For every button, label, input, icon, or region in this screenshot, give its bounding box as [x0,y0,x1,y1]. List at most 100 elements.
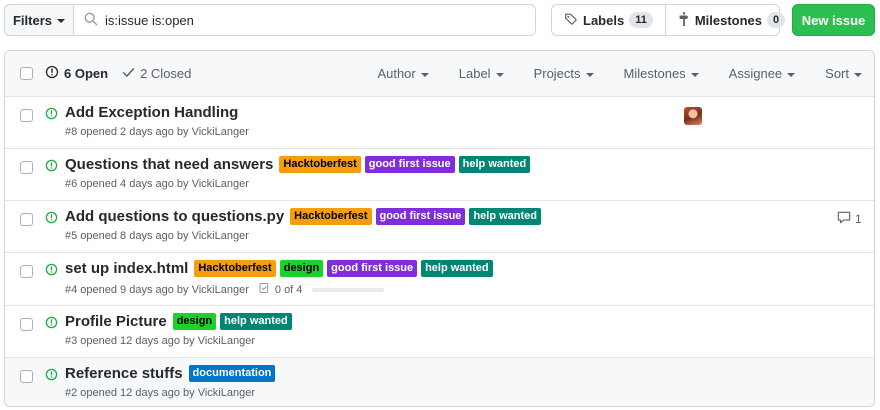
tag-icon [564,12,578,29]
issue-meta: #5 opened 8 days ago by VickiLanger [65,230,249,242]
issue-title-link[interactable]: set up index.html [65,260,188,277]
issue-meta-text: #3 opened 12 days ago by VickiLanger [65,335,255,347]
issue-checkbox[interactable] [20,318,33,331]
issue-row[interactable]: set up index.html Hacktoberfest design goo… [5,253,874,306]
filters-button[interactable]: Filters [4,4,74,36]
new-issue-label: New issue [801,12,866,28]
issue-row[interactable]: Questions that need answers Hacktoberfes… [5,149,874,201]
sort-filter-label: Sort [825,66,849,81]
issues-list: 6 Open 2 Closed Author Label Projects Mi… [4,50,875,407]
projects-filter[interactable]: Projects [534,66,594,81]
milestones-counter: 0 [767,12,786,28]
milestones-label: Milestones [694,12,763,28]
chevron-down-icon [495,72,504,77]
issue-meta-text: #6 opened 4 days ago by VickiLanger [65,178,249,190]
issues-list-header: 6 Open 2 Closed Author Label Projects Mi… [5,51,874,97]
milestones-filter-label: Milestones [623,66,686,81]
label-help-wanted[interactable]: help wanted [421,260,493,277]
issue-opened-icon [45,159,58,175]
labels-link[interactable]: Labels 11 [552,5,665,35]
issue-checkbox[interactable] [20,370,33,383]
avatar-icon[interactable] [684,107,702,125]
issue-title-link[interactable]: Add questions to questions.py [65,208,284,225]
issue-row[interactable]: Profile Picture design help wanted #3 ope… [5,306,874,358]
issue-meta: #8 opened 2 days ago by VickiLanger [65,126,249,138]
milestones-filter[interactable]: Milestones [624,66,699,81]
label-documentation[interactable]: documentation [188,365,276,382]
issue-opened-icon [45,211,58,227]
issue-row[interactable]: Reference stuffs documentation #2 opened… [5,358,874,406]
issue-title-link[interactable]: Reference stuffs [65,365,183,382]
search-field[interactable] [73,4,536,36]
chevron-down-icon [787,72,796,77]
issue-meta-text: #4 opened 9 days ago by VickiLanger [65,283,249,296]
issue-opened-icon [45,107,58,123]
label-filter[interactable]: Label [459,66,504,81]
open-count-label: 6 Open [64,66,109,81]
issues-toolbar: Filters Labels 11 Milestones 0 New issue [4,4,875,36]
issue-row[interactable]: Add questions to questions.py Hacktoberf… [5,201,874,253]
sort-filter[interactable]: Sort [825,66,862,81]
issue-row[interactable]: Add Exception Handling #8 opened 2 days … [5,97,874,149]
milestones-link[interactable]: Milestones 0 [664,5,797,35]
issue-meta: #6 opened 4 days ago by VickiLanger [65,178,249,190]
issue-opened-icon [45,368,58,384]
issue-title-line: Add Exception Handling [65,104,240,121]
label-design[interactable]: design [172,313,217,330]
issue-title-link[interactable]: Add Exception Handling [65,104,238,121]
issue-checkbox[interactable] [20,265,33,278]
label-help-wanted[interactable]: help wanted [220,313,292,330]
comments-link[interactable]: 1 [837,211,862,227]
label-filter-label: Label [458,66,491,81]
chevron-down-icon [690,72,699,77]
search-input[interactable] [105,12,525,28]
label-good-first-issue[interactable]: good first issue [364,156,455,173]
issue-title-link[interactable]: Profile Picture [65,313,167,330]
issue-title-line: Reference stuffs documentation [65,365,276,382]
task-progress: 0 of 4 [259,282,385,297]
issue-opened-icon [45,65,59,82]
label-help-wanted[interactable]: help wanted [458,156,531,173]
issue-title-line: Add questions to questions.py Hacktoberf… [65,208,541,225]
closed-count-label: 2 Closed [140,66,192,81]
label-hacktoberfest[interactable]: Hacktoberfest [194,260,276,277]
labels-milestones-nav: Labels 11 Milestones 0 [551,4,786,36]
issue-title-link[interactable]: Questions that need answers [65,156,273,173]
label-hacktoberfest[interactable]: Hacktoberfest [290,208,372,225]
filters-label: Filters [12,12,52,28]
assignee-filter[interactable]: Assignee [729,66,796,81]
label-help-wanted[interactable]: help wanted [469,208,541,225]
open-issues-link[interactable]: 6 Open [45,65,108,82]
issue-opened-icon [45,316,58,332]
issue-title-line: Questions that need answers Hacktoberfes… [65,156,531,173]
issue-checkbox[interactable] [20,213,33,226]
issue-meta-text: #8 opened 2 days ago by VickiLanger [65,126,249,138]
label-design[interactable]: design [279,260,324,277]
closed-issues-link[interactable]: 2 Closed [122,66,191,82]
labels-counter: 11 [629,12,653,28]
search-icon [84,12,98,29]
new-issue-button[interactable]: New issue [792,4,875,36]
issue-meta-text: #2 opened 12 days ago by VickiLanger [65,387,255,399]
issue-state-toggle: 6 Open 2 Closed [45,65,191,82]
label-hacktoberfest[interactable]: Hacktoberfest [279,156,361,173]
label-good-first-issue[interactable]: good first issue [327,260,418,277]
label-good-first-issue[interactable]: good first issue [375,208,466,225]
chevron-down-icon [585,72,594,77]
issue-meta: #4 opened 9 days ago by VickiLanger 0 of… [65,282,385,297]
select-all-checkbox[interactable] [20,67,33,80]
comment-count: 1 [855,212,862,226]
checklist-icon [259,282,271,297]
task-count: 0 of 4 [274,283,303,296]
chevron-down-icon [420,72,429,77]
chevron-down-icon [854,72,862,77]
author-filter-label: Author [377,66,416,81]
issue-checkbox[interactable] [20,161,33,174]
author-filter[interactable]: Author [377,66,429,81]
chevron-down-icon [57,19,65,23]
issue-opened-icon [45,263,58,279]
task-progress-bar [312,287,385,292]
issue-title-line: set up index.html Hacktoberfest design goo… [65,260,493,277]
issue-checkbox[interactable] [20,109,33,122]
comment-icon [837,211,851,227]
